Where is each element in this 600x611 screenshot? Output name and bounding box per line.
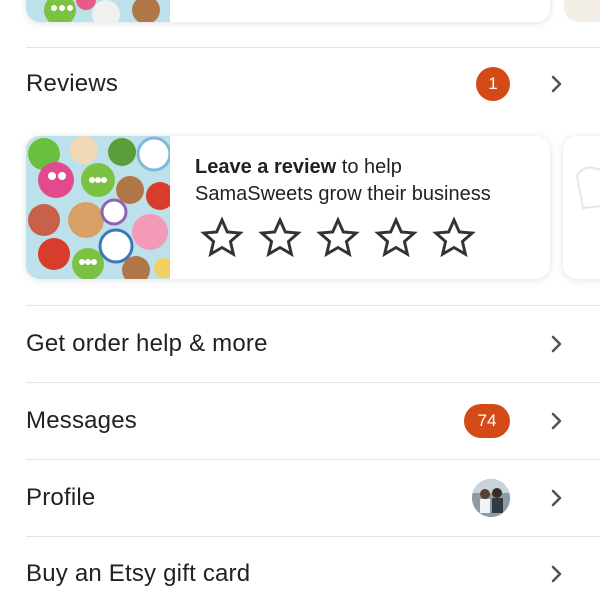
star-4-outline-icon[interactable] bbox=[374, 216, 418, 260]
next-card-peek[interactable] bbox=[564, 0, 600, 22]
messages-count-badge: 74 bbox=[464, 404, 510, 438]
order-help-label: Get order help & more bbox=[26, 330, 268, 357]
chevron-right-icon bbox=[551, 335, 562, 353]
star-5-outline-icon[interactable] bbox=[432, 216, 476, 260]
review-prompt-line2: SamaSweets grow their business bbox=[195, 183, 491, 205]
gift-card-label: Buy an Etsy gift card bbox=[26, 560, 251, 587]
star-rating[interactable] bbox=[200, 216, 476, 260]
chevron-right-icon bbox=[551, 75, 562, 93]
reviews-title: Reviews bbox=[26, 70, 119, 97]
messages-label: Messages bbox=[26, 407, 137, 434]
cookie-thumbnail-top bbox=[26, 0, 170, 22]
next-review-card-peek[interactable] bbox=[563, 136, 600, 279]
profile-label: Profile bbox=[26, 484, 96, 511]
star-3-outline-icon[interactable] bbox=[316, 216, 360, 260]
cookie-thumbnail bbox=[26, 136, 170, 279]
profile-row[interactable]: Profile bbox=[26, 460, 600, 536]
star-1-outline-icon[interactable] bbox=[200, 216, 244, 260]
previous-order-card[interactable] bbox=[26, 0, 550, 22]
reviews-count-badge: 1 bbox=[476, 67, 510, 101]
item-thumbnail-peek bbox=[575, 166, 600, 210]
avatar bbox=[472, 479, 510, 517]
order-help-row[interactable]: Get order help & more bbox=[26, 306, 600, 382]
review-prompt: Leave a review to help SamaSweets grow t… bbox=[195, 154, 545, 208]
review-prompt-rest: to help bbox=[336, 156, 402, 178]
chevron-right-icon bbox=[551, 489, 562, 507]
messages-row[interactable]: Messages 74 bbox=[26, 383, 600, 459]
leave-review-card[interactable]: Leave a review to help SamaSweets grow t… bbox=[26, 136, 550, 279]
chevron-right-icon bbox=[551, 565, 562, 583]
chevron-right-icon bbox=[551, 412, 562, 430]
review-prompt-bold: Leave a review bbox=[195, 156, 337, 178]
star-2-outline-icon[interactable] bbox=[258, 216, 302, 260]
reviews-row[interactable]: Reviews 1 bbox=[26, 48, 600, 120]
